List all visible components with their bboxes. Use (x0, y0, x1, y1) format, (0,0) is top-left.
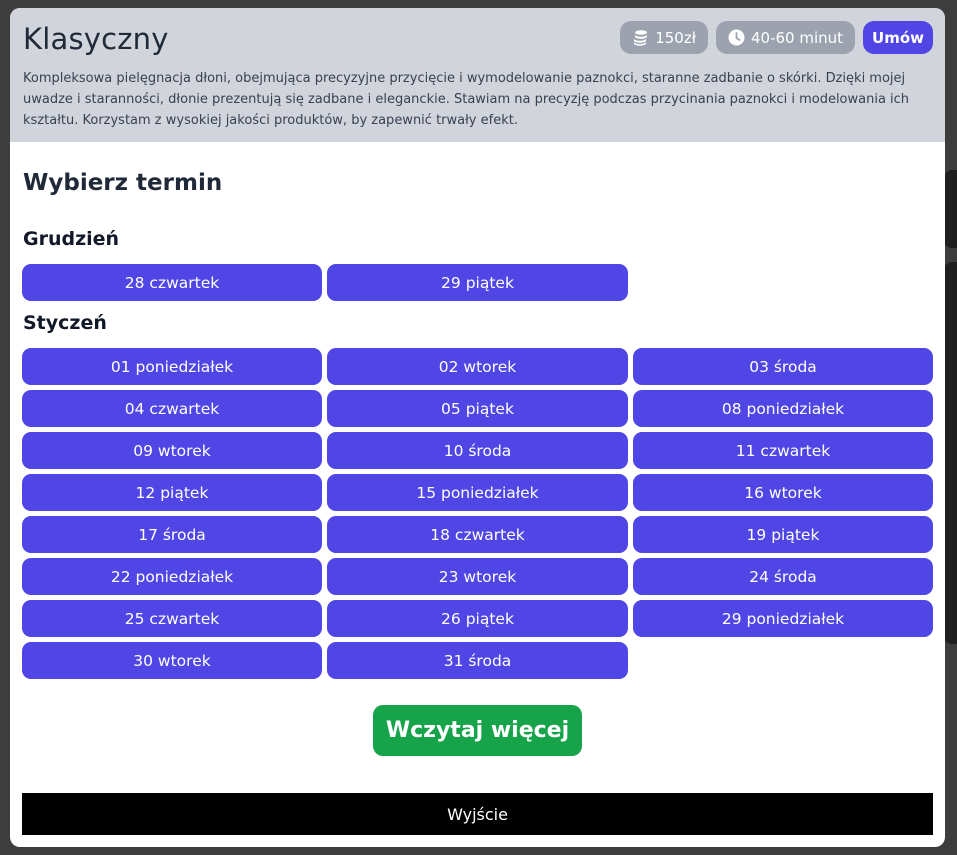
load-more-button[interactable]: Wczytaj więcej (373, 705, 582, 756)
date-slot-button[interactable]: 28 czwartek (22, 264, 322, 301)
background-card (944, 262, 957, 644)
date-slot-button[interactable]: 03 środa (633, 348, 933, 385)
date-slot-button[interactable]: 24 środa (633, 558, 933, 595)
date-slot-button[interactable]: 19 piątek (633, 516, 933, 553)
date-slot-button[interactable]: 16 wtorek (633, 474, 933, 511)
date-slot-button[interactable]: 30 wtorek (22, 642, 322, 679)
date-slot-button[interactable]: 23 wtorek (327, 558, 628, 595)
clock-icon (728, 29, 745, 46)
date-slot-button[interactable]: 29 poniedziałek (633, 600, 933, 637)
date-slot-button[interactable]: 08 poniedziałek (633, 390, 933, 427)
coins-icon (632, 29, 649, 46)
service-badges: 150zł 40-60 minut Umów (620, 21, 933, 54)
date-slot-button[interactable]: 18 czwartek (327, 516, 628, 553)
duration-label: 40-60 minut (750, 28, 844, 47)
date-slot-button[interactable]: 25 czwartek (22, 600, 322, 637)
background-card (944, 170, 957, 248)
date-slot-button[interactable]: 22 poniedziałek (22, 558, 322, 595)
date-slot-button[interactable]: 26 piątek (327, 600, 628, 637)
date-slot-button[interactable]: 31 środa (327, 642, 628, 679)
slot-grid-december: 28 czwartek 29 piątek (22, 264, 933, 301)
date-slot-button[interactable]: 29 piątek (327, 264, 628, 301)
service-modal: Klasyczny 150zł 40-60 minut Umów Komplek… (10, 8, 945, 847)
date-slot-button[interactable]: 09 wtorek (22, 432, 322, 469)
month-heading: Styczeń (23, 312, 107, 334)
book-button[interactable]: Umów (863, 21, 933, 54)
modal-header: Klasyczny 150zł 40-60 minut Umów Komplek… (10, 8, 945, 142)
date-slot-button[interactable]: 17 środa (22, 516, 322, 553)
date-slot-button[interactable]: 01 poniedziałek (22, 348, 322, 385)
price-label: 150zł (655, 28, 696, 47)
date-slot-button[interactable]: 02 wtorek (327, 348, 628, 385)
date-slot-button[interactable]: 05 piątek (327, 390, 628, 427)
section-title: Wybierz termin (23, 170, 223, 196)
exit-button[interactable]: Wyjście (22, 793, 933, 835)
service-title: Klasyczny (23, 22, 169, 56)
date-slot-button[interactable]: 11 czwartek (633, 432, 933, 469)
duration-badge: 40-60 minut (715, 21, 856, 54)
date-slot-button[interactable]: 15 poniedziałek (327, 474, 628, 511)
price-badge: 150zł (620, 21, 708, 54)
date-slot-button[interactable]: 04 czwartek (22, 390, 322, 427)
date-slot-button[interactable]: 12 piątek (22, 474, 322, 511)
month-heading: Grudzień (23, 228, 120, 250)
service-description: Kompleksowa pielęgnacja dłoni, obejmując… (23, 71, 910, 128)
slot-grid-january: 01 poniedziałek 02 wtorek 03 środa 04 cz… (22, 348, 933, 679)
date-slot-button[interactable]: 10 środa (327, 432, 628, 469)
